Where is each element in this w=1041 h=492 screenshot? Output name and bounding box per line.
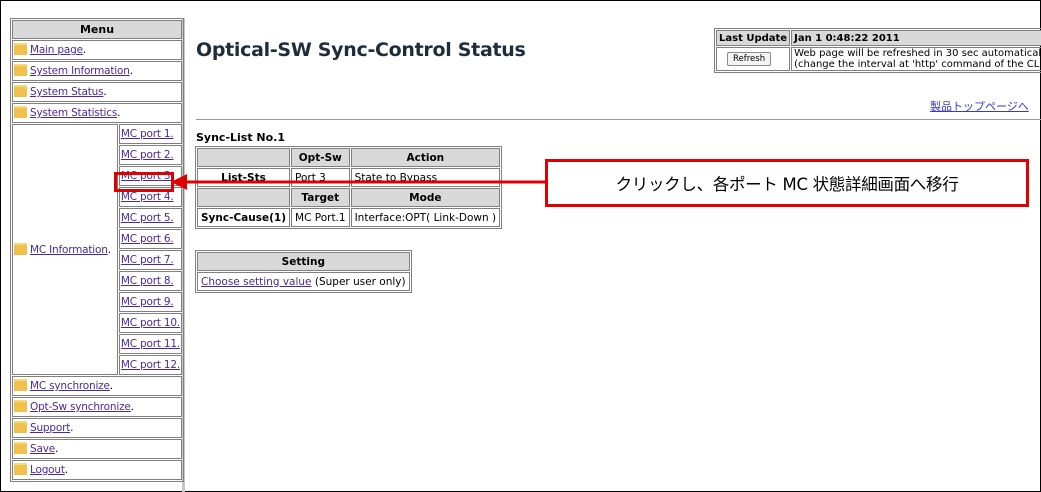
sync-header-action: Action bbox=[350, 148, 501, 167]
mc-port-3-highlight bbox=[114, 172, 174, 192]
menu-link-save[interactable]: Save bbox=[30, 443, 55, 455]
folder-icon bbox=[14, 421, 27, 433]
mc-port-1-link[interactable]: MC port 1. bbox=[121, 128, 174, 140]
refresh-note: Web page will be refreshed in 30 sec aut… bbox=[791, 47, 1041, 71]
menu-header: Menu bbox=[12, 20, 182, 39]
mc-port-8-link[interactable]: MC port 8. bbox=[121, 275, 174, 287]
menu-item-opt-sw-synchronize[interactable]: Opt-Sw synchronize. bbox=[12, 397, 182, 417]
mc-port-7-link[interactable]: MC port 7. bbox=[121, 254, 174, 266]
arrow-head bbox=[171, 174, 187, 190]
menu-frame: Menu Main page. System Information. Syst… bbox=[6, 18, 185, 492]
last-update-table: Last Update Jan 1 0:48:22 2011 Refresh W… bbox=[714, 28, 1041, 73]
menu-suffix: . bbox=[64, 464, 68, 476]
menu-link-mc-information[interactable]: MC Information bbox=[30, 244, 108, 256]
sync-cause-label: Sync-Cause(1) bbox=[197, 208, 291, 227]
folder-icon bbox=[14, 400, 27, 412]
menu-link-mc-synchronize[interactable]: MC synchronize bbox=[30, 380, 110, 392]
setting-table: Setting Choose setting value (Super user… bbox=[195, 250, 412, 293]
page-title: Optical-SW Sync-Control Status bbox=[196, 39, 526, 61]
menu-suffix: . bbox=[117, 107, 121, 119]
sync-header-opt-sw: Opt-Sw bbox=[291, 148, 350, 167]
annotation-arrow-icon bbox=[171, 174, 547, 190]
sync-header-blank bbox=[197, 148, 291, 167]
mc-port-10-link[interactable]: MC port 10. bbox=[121, 317, 180, 329]
mc-port-9-link[interactable]: MC port 9. bbox=[121, 296, 174, 308]
menu-item-support[interactable]: Support. bbox=[12, 418, 182, 438]
sync-cause-target: MC Port.1 bbox=[291, 208, 350, 227]
setting-note: (Super user only) bbox=[311, 275, 406, 288]
folder-icon bbox=[14, 85, 27, 97]
menu-link-opt-sw-synchronize[interactable]: Opt-Sw synchronize bbox=[30, 401, 131, 413]
folder-icon bbox=[14, 242, 27, 255]
menu-link-main-page[interactable]: Main page bbox=[30, 44, 83, 56]
menu-item-mc-information[interactable]: MC Information. bbox=[12, 124, 118, 375]
menu-link-system-statistics[interactable]: System Statistics bbox=[30, 107, 117, 119]
menu-suffix: . bbox=[103, 86, 107, 98]
menu-link-logout[interactable]: Logout bbox=[30, 464, 65, 476]
annotation-callout: クリックし、各ポート MC 状態詳細画面へ移行 bbox=[545, 159, 1029, 207]
menu-suffix: . bbox=[109, 380, 113, 392]
menu-link-system-information[interactable]: System Information bbox=[30, 65, 130, 77]
folder-icon bbox=[14, 64, 27, 76]
choose-setting-value-link[interactable]: Choose setting value bbox=[201, 276, 312, 288]
menu-item-mc-synchronize[interactable]: MC synchronize. bbox=[12, 376, 182, 396]
menu-suffix: . bbox=[129, 65, 133, 77]
sync-list-heading: Sync-List No.1 bbox=[196, 131, 286, 144]
mc-port-12-link[interactable]: MC port 12. bbox=[121, 359, 180, 371]
menu-link-system-status[interactable]: System Status bbox=[30, 86, 104, 98]
menu-item-system-statistics[interactable]: System Statistics. bbox=[12, 103, 182, 123]
folder-icon bbox=[14, 43, 27, 55]
refresh-note-line2: (change the interval at 'http' command o… bbox=[794, 59, 1041, 70]
last-update-value: Jan 1 0:48:22 2011 bbox=[791, 30, 1041, 46]
sync-cause-mode: Interface:OPT( Link-Down ) bbox=[350, 208, 501, 227]
menu-suffix: . bbox=[130, 401, 134, 413]
menu-item-logout[interactable]: Logout. bbox=[12, 460, 182, 480]
mc-port-6-link[interactable]: MC port 6. bbox=[121, 233, 174, 245]
menu-table: Menu Main page. System Information. Syst… bbox=[10, 18, 184, 482]
menu-suffix: . bbox=[70, 422, 74, 434]
mc-port-11-link[interactable]: MC port 11. bbox=[121, 338, 180, 350]
mc-port-4-link[interactable]: MC port 4. bbox=[121, 191, 174, 203]
refresh-note-line1: Web page will be refreshed in 30 sec aut… bbox=[794, 48, 1041, 59]
menu-suffix: . bbox=[107, 243, 111, 256]
menu-item-system-information[interactable]: System Information. bbox=[12, 61, 182, 81]
last-update-label: Last Update bbox=[716, 30, 791, 46]
setting-header: Setting bbox=[197, 252, 410, 271]
mc-port-2-link[interactable]: MC port 2. bbox=[121, 149, 174, 161]
menu-suffix: . bbox=[82, 44, 86, 56]
folder-icon bbox=[14, 106, 27, 118]
separator-line bbox=[196, 119, 1041, 120]
menu-suffix: . bbox=[54, 443, 59, 455]
menu-item-system-status[interactable]: System Status. bbox=[12, 82, 182, 102]
folder-icon bbox=[14, 463, 27, 475]
refresh-button[interactable]: Refresh bbox=[727, 52, 772, 66]
menu-item-main-page[interactable]: Main page. bbox=[12, 40, 182, 60]
menu-link-support[interactable]: Support bbox=[30, 422, 70, 434]
menu-item-save[interactable]: Save. bbox=[12, 439, 182, 459]
folder-icon bbox=[14, 379, 27, 391]
folder-icon bbox=[14, 442, 27, 454]
product-top-page-link[interactable]: 製品トップページへ bbox=[930, 98, 1029, 114]
setting-cell: Choose setting value (Super user only) bbox=[197, 272, 410, 291]
mc-port-5-link[interactable]: MC port 5. bbox=[121, 212, 174, 224]
refresh-cell: Refresh bbox=[716, 47, 791, 71]
